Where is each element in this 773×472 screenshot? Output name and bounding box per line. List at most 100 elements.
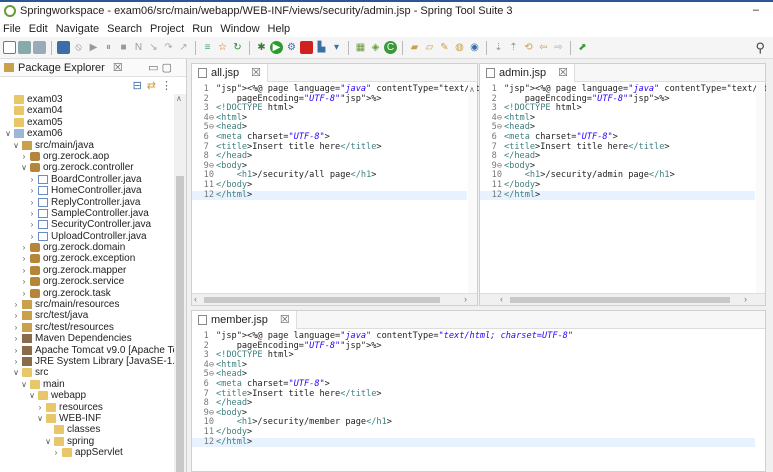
code-area[interactable]: 1 "jsp"><%@ page language="java" content… (192, 84, 506, 201)
terminal-icon[interactable] (57, 41, 70, 54)
code-area[interactable]: 1 "jsp"><%@ page language="java" content… (480, 84, 773, 201)
open-folder-icon[interactable]: ▱ (423, 41, 436, 54)
minimize-button[interactable]: – (753, 4, 759, 16)
chevron-right-icon[interactable]: › (12, 310, 20, 321)
scroll-up-icon[interactable]: ∧ (468, 85, 475, 94)
tree-item[interactable]: › src/test/resources (0, 322, 174, 333)
chevron-right-icon[interactable]: › (12, 333, 20, 344)
scroll-right-icon[interactable]: › (464, 294, 467, 304)
chevron-down-icon[interactable]: ∨ (12, 140, 20, 151)
resume-icon[interactable]: ▶ (87, 41, 100, 54)
chevron-down-icon[interactable]: ∨ (44, 436, 52, 447)
code-line[interactable]: 10 <h1>/security/member page</h1> (192, 418, 755, 428)
code-area[interactable]: 1 "jsp"><%@ page language="java" content… (192, 331, 755, 448)
step-return-icon[interactable]: ↗ (177, 41, 190, 54)
chevron-right-icon[interactable]: › (28, 174, 36, 185)
chevron-right-icon[interactable]: › (12, 299, 20, 310)
close-icon[interactable]: ☒ (558, 66, 568, 79)
package-explorer-tab[interactable]: Package Explorer ☒ ▭ ▢ (0, 59, 186, 77)
terminate-icon[interactable]: ■ (117, 41, 130, 54)
code-line[interactable]: 12 </html> (192, 437, 755, 448)
close-icon[interactable]: ☒ (280, 313, 290, 326)
horizontal-scrollbar[interactable]: ‹ › (192, 293, 477, 305)
chevron-right-icon[interactable]: › (12, 322, 20, 333)
chevron-right-icon[interactable]: › (28, 197, 36, 208)
explorer-scrollbar[interactable]: ∧ (174, 94, 186, 472)
open-task-icon[interactable]: ◍ (453, 41, 466, 54)
chevron-right-icon[interactable]: › (28, 185, 36, 196)
tree-item[interactable]: ∨ webapp (0, 390, 174, 401)
code-line[interactable]: 8 </head> (192, 398, 755, 409)
tab-admin-jsp[interactable]: admin.jsp ☒ (480, 63, 575, 82)
vertical-scrollbar[interactable]: ∧ (468, 83, 477, 293)
chevron-right-icon[interactable]: › (20, 253, 28, 264)
tree-item[interactable]: › JRE System Library [JavaSE-1.8] (0, 356, 174, 367)
tree-item[interactable]: › SampleController.java (0, 208, 174, 219)
chevron-down-icon[interactable]: ∨ (4, 128, 12, 139)
menu-window[interactable]: Window (220, 23, 259, 35)
annotation-icon[interactable]: ◉ (468, 41, 481, 54)
close-icon[interactable]: ☒ (251, 66, 261, 79)
next-annotation-icon[interactable]: ⇣ (492, 41, 505, 54)
forward-icon[interactable]: ⇨ (552, 41, 565, 54)
menu-navigate[interactable]: Navigate (56, 23, 99, 35)
code-line[interactable]: 7 <title>Insert title here</title> (192, 389, 755, 400)
tree-item[interactable]: › org.zerock.mapper (0, 265, 174, 276)
tree-item[interactable]: exam05 (0, 117, 174, 128)
vertical-scrollbar[interactable] (756, 83, 765, 293)
chevron-down-icon[interactable]: ∨ (20, 162, 28, 173)
new-bean-icon[interactable]: ◈ (369, 41, 382, 54)
back-icon[interactable]: ⇦ (537, 41, 550, 54)
tree-item[interactable]: › org.zerock.exception (0, 253, 174, 264)
chevron-right-icon[interactable]: › (12, 356, 20, 367)
code-line[interactable]: 4⊖ <html> (192, 360, 755, 371)
suspend-icon[interactable]: ⏸ (102, 41, 115, 54)
step-into-icon[interactable]: ↘ (147, 41, 160, 54)
pin-editor-icon[interactable]: ⬈ (576, 41, 589, 54)
tree-item[interactable]: › src/main/resources (0, 299, 174, 310)
tree-item[interactable]: › resources (0, 402, 174, 413)
scroll-left-icon[interactable]: ‹ (194, 294, 197, 304)
chevron-right-icon[interactable]: › (28, 208, 36, 219)
tree-item[interactable]: › BoardController.java (0, 174, 174, 185)
view-menu-icon[interactable]: ⋮ (161, 79, 172, 92)
tree-item[interactable]: ∨ spring (0, 436, 174, 447)
chevron-down-icon[interactable]: ∨ (20, 379, 28, 390)
minimize-view-icon[interactable]: ▭ ▢ (148, 61, 172, 74)
new-spring-project-icon[interactable]: ▦ (354, 41, 367, 54)
external-tools-icon[interactable]: ▾ (330, 41, 343, 54)
new-icon[interactable] (3, 41, 16, 54)
tree-item[interactable]: › ReplyController.java (0, 197, 174, 208)
tree-item[interactable]: exam04 (0, 105, 174, 116)
chevron-right-icon[interactable]: › (20, 276, 28, 287)
tree-item[interactable]: classes (0, 424, 174, 435)
refresh-icon[interactable]: ↻ (231, 41, 244, 54)
tree-item[interactable]: › src/test/java (0, 310, 174, 321)
skip-breakpoints-icon[interactable]: ⦸ (72, 41, 85, 54)
tree-item[interactable]: › SecurityController.java (0, 219, 174, 230)
scrollbar-thumb[interactable] (510, 297, 730, 303)
menu-project[interactable]: Project (150, 23, 184, 35)
scroll-left-icon[interactable]: ‹ (500, 294, 503, 304)
tab-all-jsp[interactable]: all.jsp ☒ (192, 63, 268, 82)
tree-item[interactable]: exam03 (0, 94, 174, 105)
save-icon[interactable] (18, 41, 31, 54)
tree-item[interactable]: ∨ exam06 (0, 128, 174, 139)
scrollbar-thumb[interactable] (176, 176, 184, 472)
chevron-right-icon[interactable]: › (12, 345, 20, 356)
open-type-icon[interactable]: ▰ (408, 41, 421, 54)
tree-item[interactable]: › org.zerock.aop (0, 151, 174, 162)
code-line[interactable]: 3 <!DOCTYPE html> (192, 350, 755, 361)
code-line[interactable]: 11 </body> (192, 427, 755, 438)
step-over-icon[interactable]: ↷ (162, 41, 175, 54)
tree-item[interactable]: ∨ main (0, 379, 174, 390)
menu-help[interactable]: Help (268, 23, 291, 35)
tree-item[interactable]: › org.zerock.domain (0, 242, 174, 253)
tree-item[interactable]: › UploadController.java (0, 231, 174, 242)
tree-item[interactable]: ∨ WEB-INF (0, 413, 174, 424)
chevron-right-icon[interactable]: › (52, 447, 60, 458)
chevron-right-icon[interactable]: › (28, 219, 36, 230)
collapse-all-icon[interactable]: ⊟ (133, 79, 142, 92)
stop-server-icon[interactable] (300, 41, 313, 54)
horizontal-scrollbar[interactable]: ‹ › (480, 293, 765, 305)
